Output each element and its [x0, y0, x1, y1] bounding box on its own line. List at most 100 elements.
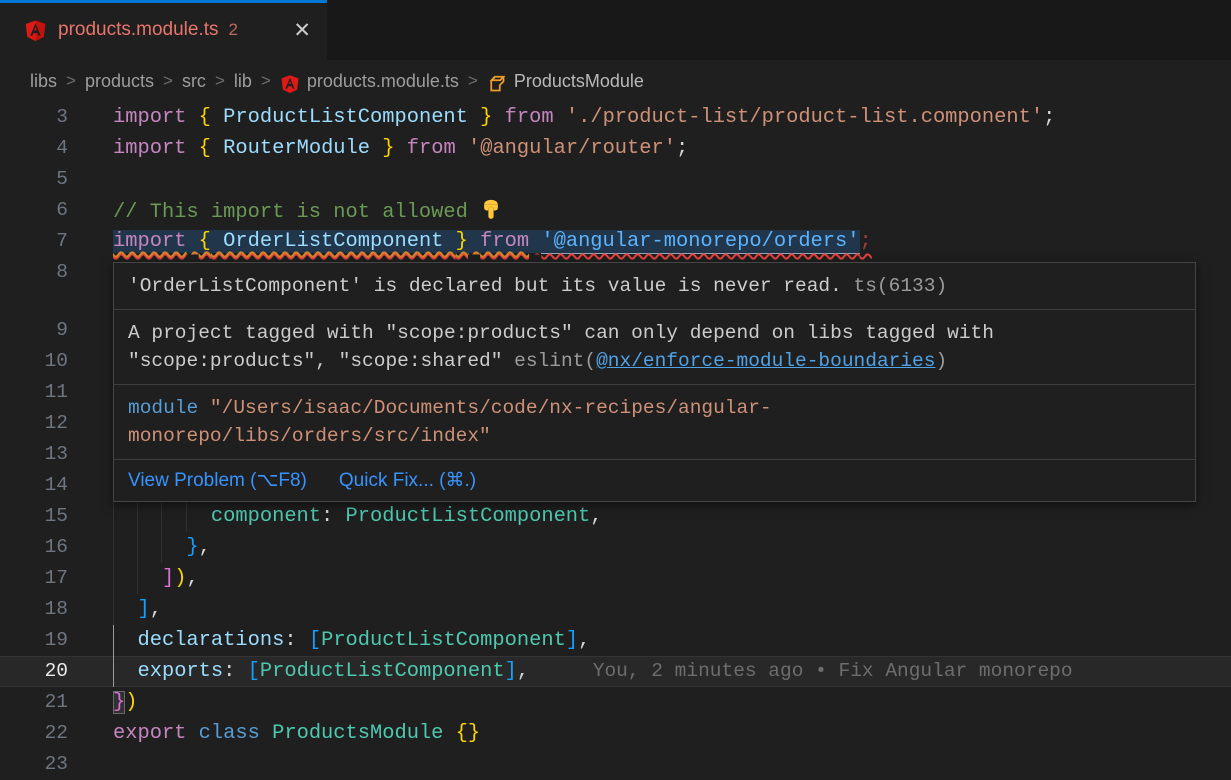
breadcrumb-item-lib[interactable]: lib	[234, 71, 252, 92]
hover-status-bar: View Problem (⌥F8) Quick Fix... (⌘.)	[114, 460, 1195, 501]
line-number[interactable]: 18	[0, 594, 68, 625]
code-text	[113, 164, 1231, 195]
quick-fix-link[interactable]: Quick Fix... (⌘.)	[339, 468, 476, 493]
code-line[interactable]: 4 import { RouterModule } from '@angular/…	[0, 133, 1231, 164]
view-problem-link[interactable]: View Problem (⌥F8)	[128, 468, 307, 493]
diagnostic-message-line2: "scope:products", "scope:shared"	[128, 350, 514, 372]
chevron-right-icon: >	[163, 71, 173, 91]
token	[456, 137, 468, 160]
line-number[interactable]: 20	[0, 656, 68, 687]
token: :	[284, 629, 296, 652]
diagnostic-message: 'OrderListComponent' is declared but its…	[128, 275, 842, 297]
line-number[interactable]: 10	[0, 346, 68, 377]
code-text: import { RouterModule } from '@angular/r…	[113, 133, 1231, 164]
indent-guide	[137, 532, 138, 563]
code-line[interactable]: 6 // This import is not allowed	[0, 195, 1231, 226]
token: from	[505, 106, 554, 129]
error-squiggle: from	[480, 230, 529, 253]
line-number[interactable]: 21	[0, 687, 68, 718]
token: )	[125, 691, 137, 714]
indent-guide	[161, 501, 162, 532]
token	[211, 106, 223, 129]
token	[333, 505, 345, 528]
code-text: component: ProductListComponent,	[113, 501, 1231, 532]
breadcrumb-item-src[interactable]: src	[182, 71, 206, 92]
token: ProductListComponent	[223, 106, 468, 129]
token	[235, 660, 247, 683]
token	[113, 629, 137, 652]
token: {	[199, 230, 211, 253]
line-number[interactable]: 23	[0, 749, 68, 780]
token	[211, 137, 223, 160]
indent-guide	[113, 594, 114, 625]
token: {}	[456, 722, 480, 745]
token	[554, 106, 566, 129]
token: ]	[566, 629, 578, 652]
token	[186, 137, 198, 160]
problems-badge: 2	[229, 20, 238, 40]
token: ProductListComponent	[321, 629, 566, 652]
code-line[interactable]: 22export class ProductsModule {}	[0, 718, 1231, 749]
token: from	[407, 137, 456, 160]
code-line[interactable]: 19 declarations: [ProductListComponent],	[0, 625, 1231, 656]
code-line[interactable]: 7import { OrderListComponent } from '@an…	[0, 226, 1231, 257]
close-icon[interactable]: ✕	[293, 20, 311, 41]
eslint-rule-link[interactable]: @nx/enforce-module-boundaries	[596, 350, 935, 372]
code-text: // This import is not allowed	[113, 195, 1231, 226]
token	[529, 230, 541, 253]
line-number[interactable]: 5	[0, 164, 68, 195]
line-number[interactable]: 8	[0, 257, 68, 288]
indent-guide	[137, 501, 138, 532]
line-number[interactable]: 15	[0, 501, 68, 532]
code-line[interactable]: 17 ]),	[0, 563, 1231, 594]
token: }	[456, 230, 468, 253]
line-number[interactable]: 16	[0, 532, 68, 563]
token: ,	[590, 505, 602, 528]
token	[297, 629, 309, 652]
code-line[interactable]: 18 ],	[0, 594, 1231, 625]
line-number[interactable]: 12	[0, 408, 68, 439]
diagnostic-source: ts(6133)	[842, 275, 947, 297]
error-squiggle: {	[199, 230, 211, 253]
breadcrumb-item-file[interactable]: products.module.ts	[307, 71, 459, 92]
line-number[interactable]: 22	[0, 718, 68, 749]
line-number[interactable]: 17	[0, 563, 68, 594]
code-line[interactable]: 3import { ProductListComponent } from '.…	[0, 102, 1231, 133]
breadcrumb-item-products[interactable]: products	[85, 71, 154, 92]
token	[468, 106, 480, 129]
token	[260, 722, 272, 745]
code-line[interactable]: 16 },	[0, 532, 1231, 563]
breadcrumb-item-symbol[interactable]: ProductsModule	[514, 71, 644, 92]
line-number[interactable]: 6	[0, 195, 68, 226]
indent-guide	[186, 501, 187, 532]
code-line[interactable]: 23	[0, 749, 1231, 780]
token	[186, 722, 198, 745]
token: ;	[860, 230, 872, 253]
code-line[interactable]: 20 exports: [ProductListComponent],You, …	[0, 656, 1231, 687]
line-number[interactable]: 13	[0, 439, 68, 470]
line-number[interactable]: 9	[0, 315, 68, 346]
line-number[interactable]: 3	[0, 102, 68, 133]
line-number[interactable]: 19	[0, 625, 68, 656]
token	[443, 722, 455, 745]
active-tab-indicator	[0, 0, 327, 3]
token: }	[113, 691, 125, 714]
line-number[interactable]: 4	[0, 133, 68, 164]
code-text: declarations: [ProductListComponent],	[113, 625, 1231, 656]
code-line[interactable]: 5	[0, 164, 1231, 195]
indent-guide	[113, 625, 114, 656]
line-number[interactable]: 14	[0, 470, 68, 501]
token	[113, 598, 137, 621]
breadcrumb-item-libs[interactable]: libs	[30, 71, 57, 92]
hover-module-info: module "/Users/isaac/Documents/code/nx-r…	[114, 385, 1195, 460]
code-text: })	[113, 687, 1231, 718]
token	[113, 536, 186, 559]
chevron-right-icon: >	[215, 71, 225, 91]
code-line[interactable]: 21})	[0, 687, 1231, 718]
code-line[interactable]: 15 component: ProductListComponent,	[0, 501, 1231, 532]
line-number[interactable]: 11	[0, 377, 68, 408]
tab-products-module[interactable]: products.module.ts 2 ✕	[0, 0, 327, 60]
token: ProductsModule	[272, 722, 443, 745]
line-number[interactable]: 7	[0, 226, 68, 257]
angular-file-icon	[280, 74, 300, 94]
